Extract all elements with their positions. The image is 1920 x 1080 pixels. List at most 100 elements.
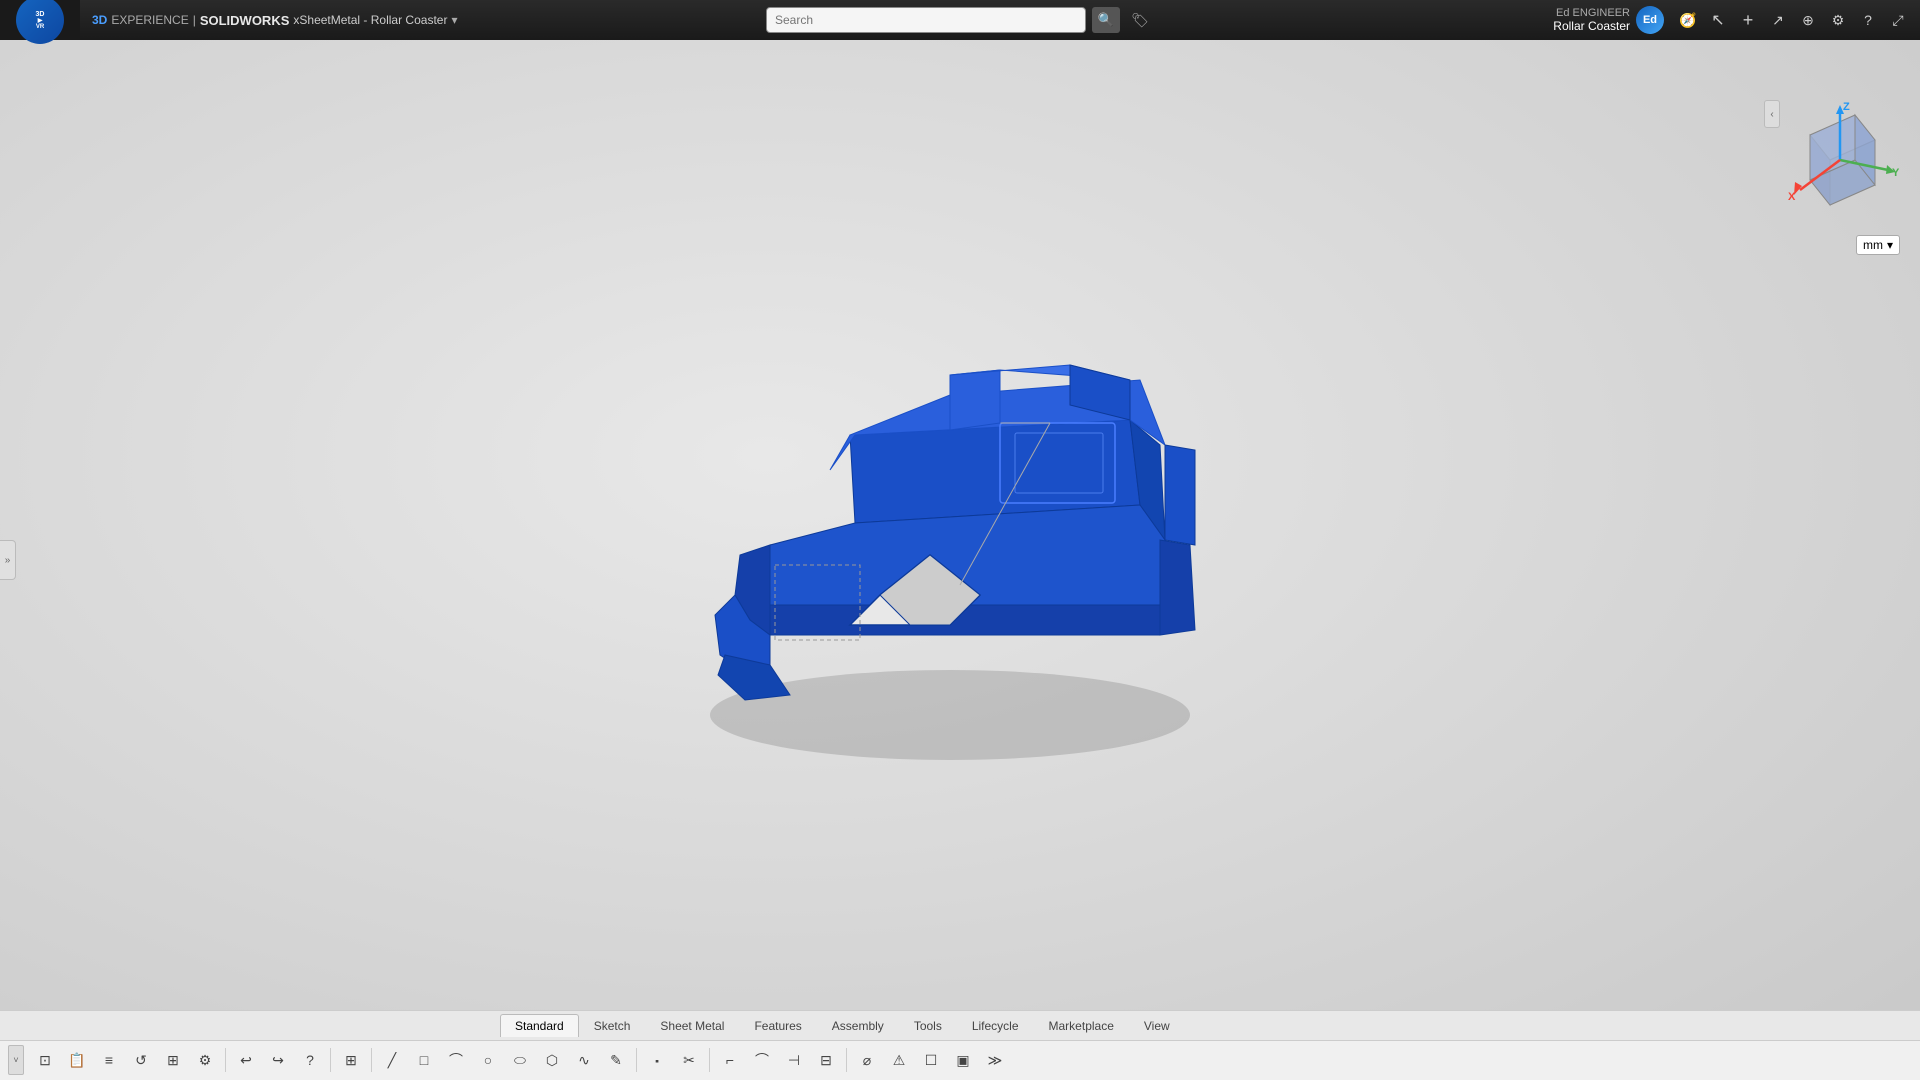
point-icon: ⬝: [655, 1052, 659, 1069]
redo-icon: ↪: [272, 1052, 284, 1069]
svg-text:Y: Y: [1892, 167, 1900, 179]
axis-collapse-button[interactable]: ‹: [1764, 100, 1780, 128]
bookmark-button[interactable]: 🏷: [1126, 7, 1154, 33]
compass-icon: 🧭: [1679, 12, 1696, 29]
grid-button[interactable]: ⊞: [336, 1045, 366, 1075]
select-button[interactable]: ⊡: [30, 1045, 60, 1075]
cursor-icon: ↖: [1711, 10, 1724, 30]
brand-experience-label: EXPERIENCE: [111, 13, 188, 27]
feature-mgr-icon: ≡: [105, 1052, 113, 1068]
add-button[interactable]: +: [1734, 6, 1762, 34]
project-dropdown[interactable]: ▾: [451, 13, 457, 27]
breadcrumb: 3D EXPERIENCE | SOLIDWORKS xSheetMetal -…: [80, 13, 469, 28]
tab-features[interactable]: Features: [739, 1014, 816, 1037]
feature-mgr-button[interactable]: ≡: [94, 1045, 124, 1075]
arc2-icon: ⌒: [755, 1050, 769, 1070]
pattern-icon: ⊟: [820, 1052, 832, 1069]
search-input[interactable]: [766, 7, 1086, 33]
spline-button[interactable]: ∿: [569, 1045, 599, 1075]
help-button[interactable]: ?: [295, 1045, 325, 1075]
smart-dim-button[interactable]: ⌀: [852, 1045, 882, 1075]
model-svg: [570, 275, 1250, 775]
expand-button[interactable]: ⤢: [1884, 6, 1912, 34]
help-button[interactable]: ?: [1854, 6, 1882, 34]
refresh-icon: ↺: [135, 1052, 147, 1069]
tab-view[interactable]: View: [1129, 1014, 1185, 1037]
user-role: Ed ENGINEER: [1553, 7, 1630, 19]
arc2-button[interactable]: ⌒: [747, 1045, 777, 1075]
freehand-button[interactable]: ✎: [601, 1045, 631, 1075]
rect-button[interactable]: □: [409, 1045, 439, 1075]
unit-value: mm: [1863, 238, 1883, 252]
pattern-button[interactable]: ⊟: [811, 1045, 841, 1075]
spline-icon: ∿: [578, 1052, 590, 1069]
cursor-button[interactable]: ↖: [1704, 6, 1732, 34]
line-icon: ╱: [388, 1052, 396, 1069]
circle-button[interactable]: ○: [473, 1045, 503, 1075]
box-button[interactable]: ☐: [916, 1045, 946, 1075]
tab-bar: StandardSketchSheet MetalFeaturesAssembl…: [0, 1011, 1920, 1041]
brand-3d-label: 3D: [92, 13, 107, 27]
help-icon: ?: [306, 1052, 314, 1068]
search-icon: 🔍: [1098, 12, 1114, 28]
expand-icon: ⤢: [1892, 12, 1903, 29]
model-right-cap-upper: [1165, 445, 1195, 545]
share-icon: ↗: [1772, 12, 1784, 29]
redo-button[interactable]: ↪: [263, 1045, 293, 1075]
corner-button[interactable]: ⌐: [715, 1045, 745, 1075]
tab-sketch[interactable]: Sketch: [579, 1014, 646, 1037]
new-part-button[interactable]: 📋: [62, 1045, 92, 1075]
model-raised-block-side: [950, 370, 1000, 430]
tab-tools[interactable]: Tools: [899, 1014, 957, 1037]
user-project: Rollar Coaster: [1553, 19, 1630, 33]
toolbar-collapse-button[interactable]: ˅: [8, 1045, 24, 1075]
refresh-button[interactable]: ↺: [126, 1045, 156, 1075]
top-bar: 3D ▶ VR 3D EXPERIENCE | SOLIDWORKS xShee…: [0, 0, 1920, 40]
tab-lifecycle[interactable]: Lifecycle: [957, 1014, 1034, 1037]
app-logo[interactable]: 3D ▶ VR: [0, 0, 80, 40]
left-panel-collapse[interactable]: »: [0, 540, 16, 580]
tab-sheet-metal[interactable]: Sheet Metal: [645, 1014, 739, 1037]
break-button[interactable]: ⊣: [779, 1045, 809, 1075]
section-icon: ▣: [956, 1052, 969, 1069]
point-button[interactable]: ⬝: [642, 1045, 672, 1075]
search-button[interactable]: 🔍: [1092, 7, 1120, 33]
toolbar-separator: [636, 1048, 637, 1072]
bottom-toolbar: StandardSketchSheet MetalFeaturesAssembl…: [0, 1010, 1920, 1080]
tab-standard[interactable]: Standard: [500, 1014, 579, 1037]
brand-separator: |: [193, 13, 196, 27]
smart-dim-icon: ⌀: [863, 1052, 871, 1069]
warn-icon: ⚠: [893, 1052, 906, 1069]
trim-button[interactable]: ✂: [674, 1045, 704, 1075]
ellipse-button[interactable]: ⬭: [505, 1045, 535, 1075]
viewport[interactable]: »: [0, 40, 1920, 1080]
unit-selector[interactable]: mm ▾: [1856, 235, 1900, 255]
plus-icon: +: [1743, 10, 1754, 31]
avatar[interactable]: Ed: [1636, 6, 1664, 34]
undo-button[interactable]: ↩: [231, 1045, 261, 1075]
section-button[interactable]: ▣: [948, 1045, 978, 1075]
properties-button[interactable]: ⊞: [158, 1045, 188, 1075]
polygon-icon: ⬡: [546, 1052, 558, 1069]
warn-button[interactable]: ⚠: [884, 1045, 914, 1075]
share-button[interactable]: ↗: [1764, 6, 1792, 34]
settings-button[interactable]: ⚙: [1824, 6, 1852, 34]
axis-indicator: Z Y X: [1780, 100, 1900, 230]
polygon-button[interactable]: ⬡: [537, 1045, 567, 1075]
chevron-left-icon: ‹: [1770, 109, 1773, 120]
unit-dropdown-arrow: ▾: [1887, 238, 1893, 252]
select-icon: ⊡: [39, 1052, 51, 1069]
bookmark-icon: 🏷: [1131, 12, 1149, 29]
arc-button[interactable]: ⌒: [441, 1045, 471, 1075]
more-button[interactable]: ≫: [980, 1045, 1010, 1075]
logo-circle: 3D ▶ VR: [16, 0, 64, 44]
options-button[interactable]: ⚙: [190, 1045, 220, 1075]
ellipse-icon: ⬭: [514, 1052, 526, 1069]
arc-icon: ⌒: [449, 1050, 463, 1070]
line-button[interactable]: ╱: [377, 1045, 407, 1075]
compass-button[interactable]: 🧭: [1674, 6, 1702, 34]
tab-marketplace[interactable]: Marketplace: [1034, 1014, 1129, 1037]
toolbar-separator: [225, 1048, 226, 1072]
network-button[interactable]: ⊕: [1794, 6, 1822, 34]
tab-assembly[interactable]: Assembly: [817, 1014, 899, 1037]
